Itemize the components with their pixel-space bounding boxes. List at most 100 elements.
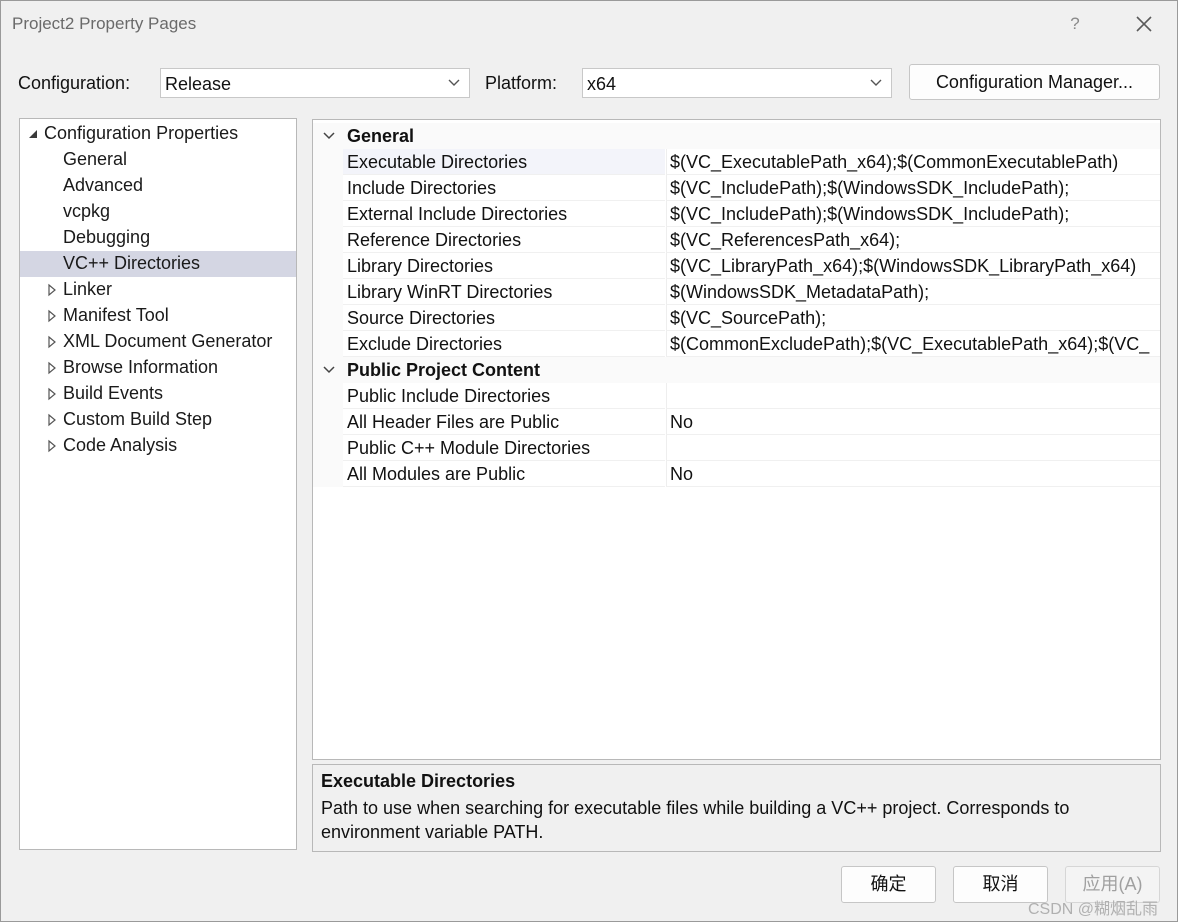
- collapsed-triangle-icon[interactable]: [47, 413, 57, 427]
- property-row[interactable]: Include Directories $(VC_IncludePath);$(W…: [313, 175, 1160, 201]
- collapsed-triangle-icon[interactable]: [47, 387, 57, 401]
- property-tree: Configuration Properties General Advanced…: [19, 118, 297, 850]
- property-row[interactable]: Executable Directories $(VC_ExecutablePat…: [313, 149, 1160, 175]
- tree-item-manifest-tool[interactable]: Manifest Tool: [20, 303, 296, 329]
- tree-item-label: Debugging: [63, 227, 151, 247]
- tree-item-label: Code Analysis: [63, 435, 178, 455]
- tree-item-general[interactable]: General: [20, 147, 296, 173]
- tree-item-label: vcpkg: [63, 201, 111, 221]
- platform-label: Platform:: [485, 73, 558, 93]
- property-value[interactable]: $(VC_ReferencesPath_x64);: [670, 230, 900, 251]
- collapsed-triangle-icon[interactable]: [47, 335, 57, 349]
- row-gutter: [313, 409, 343, 435]
- tree-item-vc-directories[interactable]: VC++ Directories: [20, 251, 296, 277]
- property-value[interactable]: $(VC_ExecutablePath_x64);$(CommonExecuta…: [670, 152, 1118, 173]
- property-value[interactable]: $(CommonExcludePath);$(VC_ExecutablePath…: [670, 334, 1149, 355]
- configuration-manager-button[interactable]: Configuration Manager...: [909, 64, 1160, 100]
- property-name: Source Directories: [347, 308, 496, 328]
- property-row[interactable]: External Include Directories $(VC_Include…: [313, 201, 1160, 227]
- property-name: Public Include Directories: [347, 386, 551, 406]
- property-name: Public C++ Module Directories: [347, 438, 591, 458]
- tree-item-custom-build-step[interactable]: Custom Build Step: [20, 407, 296, 433]
- property-row[interactable]: Public Include Directories: [313, 383, 1160, 409]
- property-value[interactable]: $(VC_SourcePath);: [670, 308, 826, 329]
- tree-item-label: Custom Build Step: [63, 409, 213, 429]
- property-row[interactable]: Exclude Directories $(CommonExcludePath);…: [313, 331, 1160, 357]
- chevron-down-icon: [323, 366, 335, 374]
- tree-item-label: Linker: [63, 279, 113, 299]
- tree-item-label: Advanced: [63, 175, 144, 195]
- collapsed-triangle-icon[interactable]: [47, 283, 57, 297]
- property-row[interactable]: Public C++ Module Directories: [313, 435, 1160, 461]
- row-gutter: [313, 253, 343, 279]
- tree-item-label: Configuration Properties: [44, 123, 239, 143]
- property-row[interactable]: Source Directories $(VC_SourcePath);: [313, 305, 1160, 331]
- tree-item-label: XML Document Generator: [63, 331, 273, 351]
- tree-item-label: Browse Information: [63, 357, 219, 377]
- row-gutter: [313, 435, 343, 461]
- property-value-cell[interactable]: [666, 461, 1160, 487]
- chevron-down-icon: [448, 79, 460, 86]
- configuration-label: Configuration:: [18, 73, 131, 93]
- tree-item-advanced[interactable]: Advanced: [20, 173, 296, 199]
- tree-item-xml-document-generator[interactable]: XML Document Generator: [20, 329, 296, 355]
- chevron-down-icon: [870, 79, 882, 86]
- watermark: CSDN @糊烟乱雨: [1028, 901, 1159, 918]
- property-row[interactable]: Library WinRT Directories $(WindowsSDK_Me…: [313, 279, 1160, 305]
- tree-item-linker[interactable]: Linker: [20, 277, 296, 303]
- row-gutter: [313, 279, 343, 305]
- platform-dropdown[interactable]: x64: [582, 68, 892, 98]
- property-value-cell[interactable]: [666, 383, 1160, 409]
- property-value-cell[interactable]: [666, 435, 1160, 461]
- property-name: Library Directories: [347, 256, 494, 276]
- property-row[interactable]: Reference Directories $(VC_ReferencesPath…: [313, 227, 1160, 253]
- platform-value: x64: [587, 74, 617, 94]
- property-name: Exclude Directories: [347, 334, 503, 354]
- row-gutter: [313, 383, 343, 409]
- tree-item-browse-information[interactable]: Browse Information: [20, 355, 296, 381]
- property-name: Executable Directories: [347, 152, 528, 172]
- category-public-project-content[interactable]: Public Project Content: [313, 357, 1160, 383]
- property-value-cell[interactable]: [666, 409, 1160, 435]
- property-row[interactable]: All Modules are Public No: [313, 461, 1160, 487]
- tree-item-label: Build Events: [63, 383, 164, 403]
- row-gutter: [313, 461, 343, 487]
- property-grid: General Executable Directories $(VC_Execut…: [312, 119, 1161, 760]
- tree-item-label: General: [63, 149, 128, 169]
- tree-item-code-analysis[interactable]: Code Analysis: [20, 433, 296, 459]
- property-value[interactable]: $(VC_IncludePath);$(WindowsSDK_IncludePa…: [670, 204, 1069, 225]
- close-button[interactable]: [1130, 10, 1158, 38]
- property-value[interactable]: No: [670, 412, 693, 433]
- category-general[interactable]: General: [313, 123, 1160, 149]
- property-value[interactable]: $(VC_LibraryPath_x64);$(WindowsSDK_Libra…: [670, 256, 1136, 277]
- collapsed-triangle-icon[interactable]: [47, 361, 57, 375]
- property-name: External Include Directories: [347, 204, 568, 224]
- property-value[interactable]: $(VC_IncludePath);$(WindowsSDK_IncludePa…: [670, 178, 1069, 199]
- tree-item-debugging[interactable]: Debugging: [20, 225, 296, 251]
- row-gutter: [313, 227, 343, 253]
- chevron-down-icon: [323, 132, 335, 140]
- property-value[interactable]: No: [670, 464, 693, 485]
- configuration-value: Release: [165, 74, 232, 94]
- configuration-dropdown[interactable]: Release: [160, 68, 470, 98]
- row-gutter: [313, 175, 343, 201]
- close-icon: [1136, 16, 1152, 32]
- property-value[interactable]: $(WindowsSDK_MetadataPath);: [670, 282, 929, 303]
- tree-item-build-events[interactable]: Build Events: [20, 381, 296, 407]
- collapsed-triangle-icon[interactable]: [47, 439, 57, 453]
- window-title: Project2 Property Pages: [12, 14, 197, 33]
- property-name: All Header Files are Public: [347, 412, 560, 432]
- description-panel: Executable Directories Path to use when …: [312, 764, 1161, 852]
- row-gutter: [313, 305, 343, 331]
- property-row[interactable]: Library Directories $(VC_LibraryPath_x64)…: [313, 253, 1160, 279]
- property-row[interactable]: All Header Files are Public No: [313, 409, 1160, 435]
- property-name: Reference Directories: [347, 230, 522, 250]
- tree-item-configuration-properties[interactable]: Configuration Properties: [20, 121, 296, 147]
- ok-button[interactable]: 确定: [841, 866, 936, 903]
- help-button[interactable]: ?: [1063, 11, 1087, 37]
- property-name: All Modules are Public: [347, 464, 526, 484]
- collapsed-triangle-icon[interactable]: [47, 309, 57, 323]
- tree-item-vcpkg[interactable]: vcpkg: [20, 199, 296, 225]
- category-label: General: [347, 126, 415, 146]
- description-body: Path to use when searching for executabl…: [321, 798, 1070, 842]
